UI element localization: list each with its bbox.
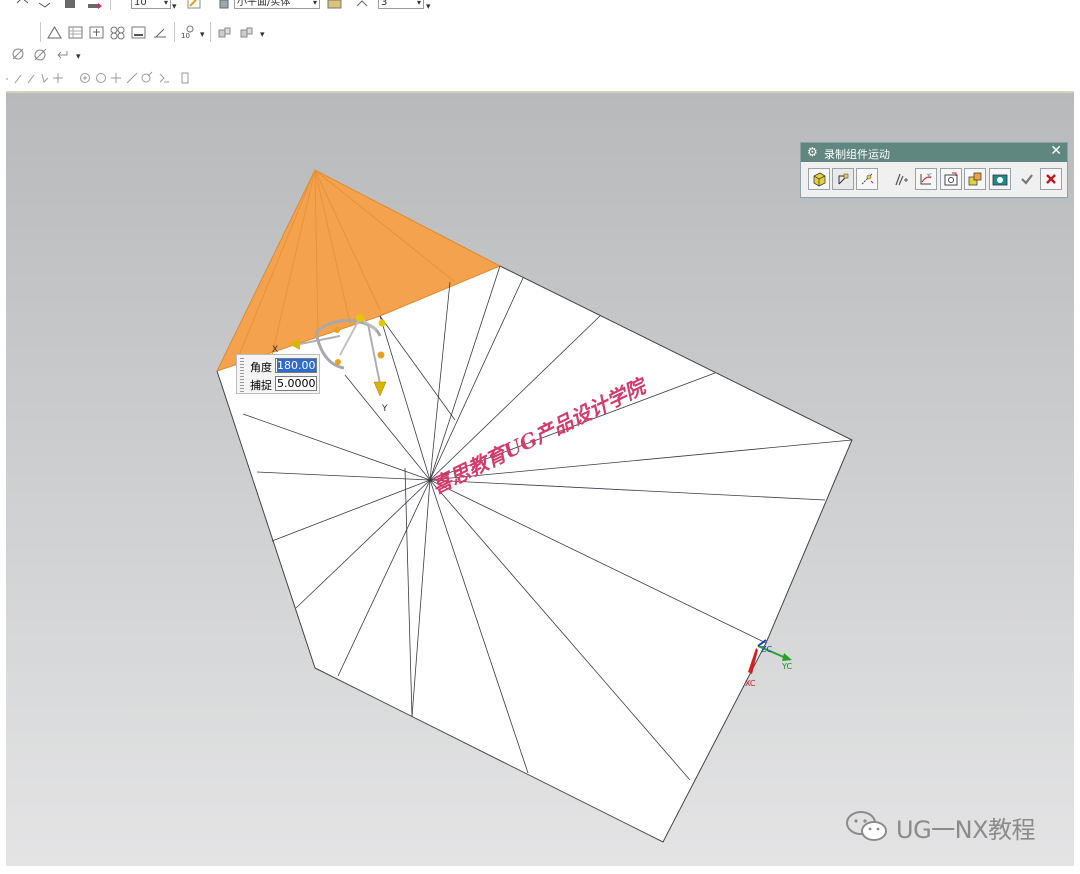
angle-field-value: 180.000 bbox=[277, 359, 316, 372]
dialog-title: 录制组件运动 bbox=[824, 148, 890, 161]
svg-text:YC: YC bbox=[926, 173, 932, 178]
checkmark-icon bbox=[1021, 174, 1033, 185]
model-scene[interactable]: 喜思教育UG产品设计学院 X Y ZC YC XC bbox=[0, 0, 1080, 874]
gear-icon[interactable]: ⚙ bbox=[807, 145, 818, 159]
move-handle-button[interactable] bbox=[832, 168, 854, 190]
snap-row: 捕捉 5.00000 bbox=[237, 375, 319, 392]
frame-edge-right bbox=[1074, 0, 1080, 874]
triad-zc-label: ZC bbox=[761, 645, 772, 654]
handle-y-label: Y bbox=[381, 404, 388, 414]
move-object-button[interactable] bbox=[808, 168, 830, 190]
x-mark-icon bbox=[1046, 174, 1056, 184]
camera-icon bbox=[944, 172, 958, 186]
record-component-motion-dialog: ⚙ 录制组件运动 ✕ YC bbox=[800, 142, 1068, 198]
reset-button[interactable] bbox=[964, 168, 986, 190]
snap-handle-button[interactable] bbox=[856, 168, 878, 190]
rotate-wcs-icon: YC bbox=[920, 173, 932, 185]
snap-handle-icon bbox=[861, 173, 874, 185]
move-handle-icon bbox=[838, 173, 849, 185]
triad-yc-label: YC bbox=[781, 662, 792, 671]
close-icon[interactable]: ✕ bbox=[1050, 143, 1062, 159]
frame-edge-left bbox=[0, 0, 6, 874]
cancel-button[interactable] bbox=[1040, 168, 1062, 190]
sheet-face[interactable] bbox=[216, 265, 853, 843]
frame-edge-bottom bbox=[0, 866, 1080, 874]
dialog-titlebar[interactable]: ⚙ 录制组件运动 ✕ bbox=[801, 143, 1067, 162]
angle-field[interactable]: 180.000 bbox=[275, 358, 317, 373]
angle-label: 角度 bbox=[250, 361, 272, 374]
snap-field-value: 5.00000 bbox=[277, 377, 316, 390]
snap-field[interactable]: 5.00000 bbox=[275, 376, 317, 391]
branding-watermark: UG一NX教程 bbox=[840, 806, 1060, 846]
collision-check-button[interactable] bbox=[888, 168, 910, 190]
collision-check-icon bbox=[895, 173, 908, 186]
make-camera-button[interactable] bbox=[940, 168, 962, 190]
snapshot-icon bbox=[992, 174, 1008, 186]
wechat-icon bbox=[846, 811, 887, 841]
branding-text: UG一NX教程 bbox=[896, 816, 1036, 844]
ok-button[interactable] bbox=[1016, 168, 1038, 190]
angle-row: 角度 180.000 bbox=[237, 357, 319, 374]
reset-icon bbox=[968, 172, 982, 186]
take-snapshot-button[interactable] bbox=[989, 168, 1011, 190]
move-object-icon bbox=[813, 172, 826, 187]
angle-input-box: 角度 180.000 捕捉 5.00000 bbox=[236, 354, 320, 394]
snap-label: 捕捉 bbox=[250, 379, 272, 392]
triad-xc-label: XC bbox=[745, 679, 756, 688]
rotate-wcs-button[interactable]: YC bbox=[915, 168, 937, 190]
nx-application-window: 10 ▾ ▾ 小平面/实体 ▾ 3 ▾ ▾ 10 ▾ ▾ ▾ 喜思教育UG产品设… bbox=[0, 0, 1080, 874]
